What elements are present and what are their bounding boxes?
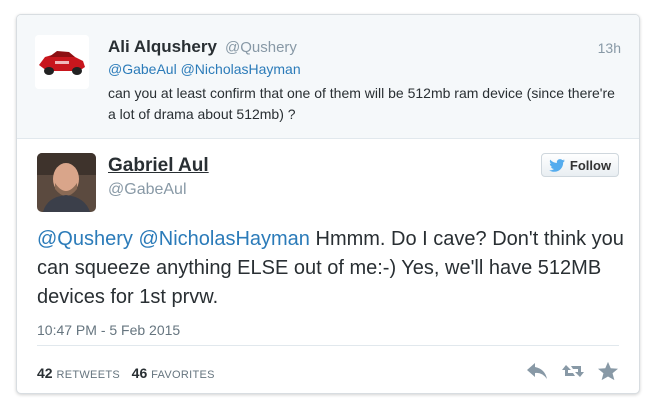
- favorites-label: FAVORITES: [151, 369, 215, 381]
- parent-tweet-text: can you at least confirm that one of the…: [108, 85, 615, 122]
- tweet-stats: 42 RETWEETS 46 FAVORITES: [37, 365, 215, 381]
- parent-tweet[interactable]: Ali Alqushery @Qushery 13h @GabeAul @Nic…: [17, 15, 639, 139]
- parent-mentions: @GabeAul @NicholasHayman: [108, 61, 301, 77]
- divider: [37, 345, 619, 346]
- retweets-label: RETWEETS: [56, 369, 120, 381]
- parent-timestamp[interactable]: 13h: [598, 40, 621, 56]
- retweets-count: 42: [37, 365, 53, 381]
- mention-link[interactable]: @NicholasHayman: [181, 61, 301, 77]
- star-icon[interactable]: [597, 361, 621, 381]
- tweet-actions: [525, 361, 621, 381]
- favorites-count: 46: [131, 365, 148, 381]
- twitter-bird-icon: [549, 158, 565, 172]
- main-avatar[interactable]: [37, 153, 96, 212]
- parent-author-name[interactable]: Ali Alqushery: [108, 37, 217, 57]
- follow-button[interactable]: Follow: [541, 153, 619, 177]
- follow-label: Follow: [569, 157, 612, 173]
- mention-link[interactable]: @Qushery: [37, 228, 133, 250]
- tweet-timestamp[interactable]: 10:47 PM - 5 Feb 2015: [37, 322, 180, 338]
- parent-author-handle[interactable]: @Qushery: [225, 39, 297, 56]
- retweets-stat[interactable]: 42 RETWEETS: [37, 365, 124, 381]
- mention-link[interactable]: @NicholasHayman: [138, 228, 309, 250]
- main-author-handle[interactable]: @GabeAul: [108, 181, 187, 199]
- retweet-icon[interactable]: [561, 361, 585, 381]
- parent-avatar[interactable]: [35, 35, 89, 89]
- main-tweet-text: @Qushery @NicholasHayman Hmmm. Do I cave…: [37, 225, 627, 312]
- embedded-tweet-card: Ali Alqushery @Qushery 13h @GabeAul @Nic…: [16, 14, 640, 394]
- favorites-stat[interactable]: 46 FAVORITES: [132, 365, 215, 381]
- mention-link[interactable]: @GabeAul: [108, 61, 177, 77]
- reply-icon[interactable]: [525, 361, 549, 381]
- main-author-name[interactable]: Gabriel Aul: [108, 155, 209, 177]
